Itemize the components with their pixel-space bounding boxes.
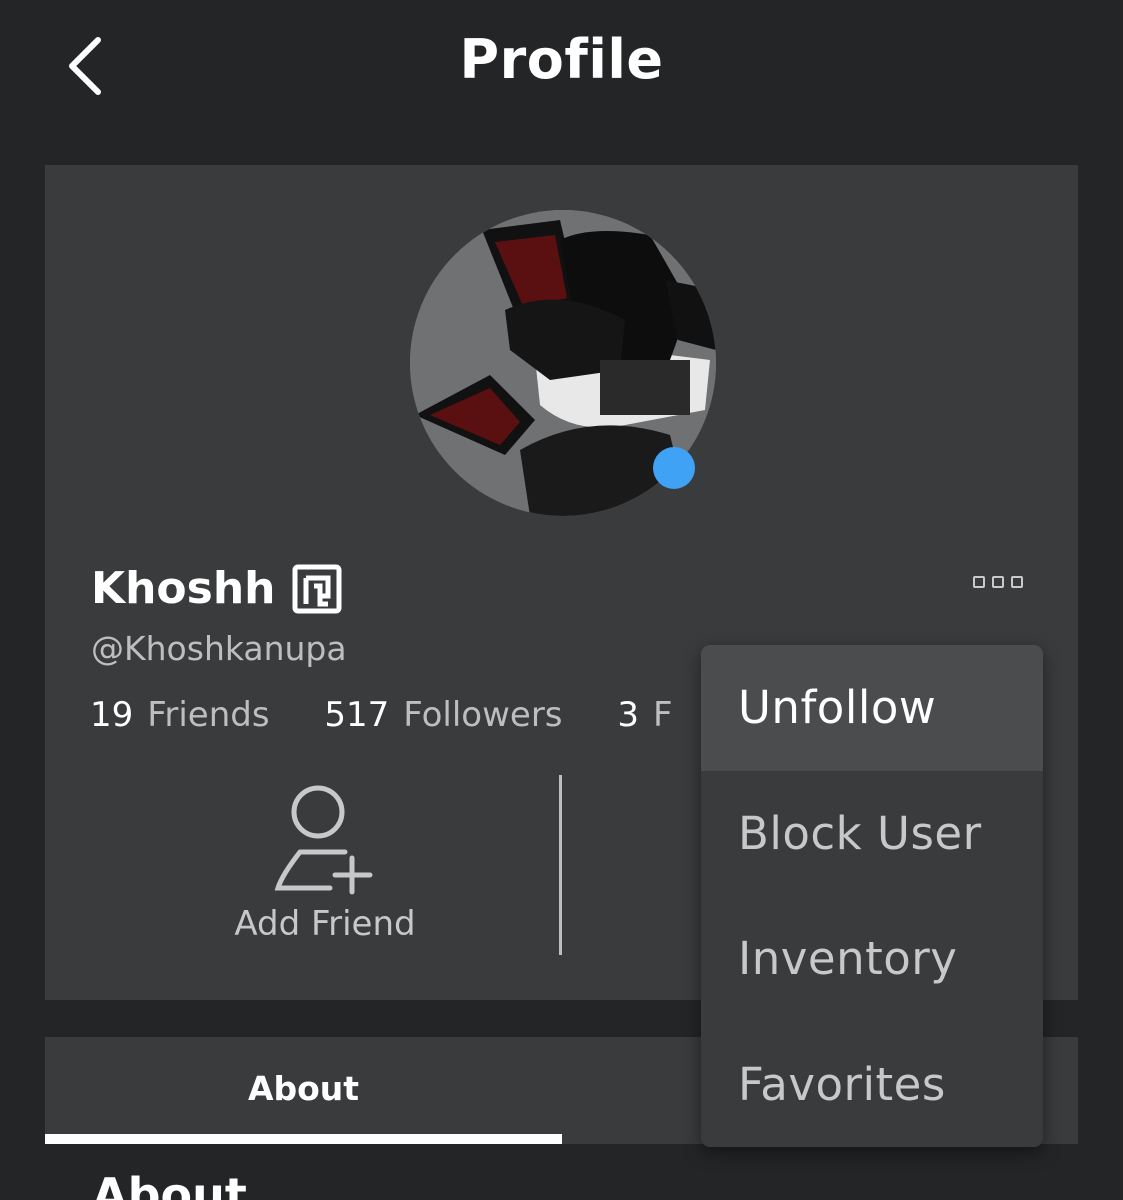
more-options-menu: Unfollow Block User Inventory Favorites <box>701 645 1043 1147</box>
header: Profile <box>0 0 1123 135</box>
more-dot <box>973 576 985 588</box>
menu-item-inventory[interactable]: Inventory <box>701 896 1043 1022</box>
followers-count: 517 <box>324 695 390 735</box>
display-name-row: Khoshh <box>91 563 342 614</box>
menu-item-favorites[interactable]: Favorites <box>701 1022 1043 1148</box>
friends-count: 19 <box>90 695 134 735</box>
more-options-icon[interactable] <box>970 570 1026 594</box>
stat-followers[interactable]: 517 Followers <box>324 695 562 735</box>
online-status-indicator <box>653 447 695 489</box>
friends-label: Friends <box>147 695 270 735</box>
about-section-heading: About <box>92 1168 247 1200</box>
active-tab-indicator <box>45 1134 562 1144</box>
add-friend-button[interactable]: Add Friend <box>185 780 465 960</box>
menu-item-unfollow[interactable]: Unfollow <box>701 645 1043 771</box>
more-dot <box>992 576 1004 588</box>
stats-row: 19 Friends 517 Followers 3F <box>90 695 717 735</box>
username: @Khoshkanupa <box>91 629 347 668</box>
action-divider <box>559 775 562 955</box>
tab-about[interactable]: About <box>45 1037 562 1144</box>
stat-following[interactable]: 3F <box>617 695 672 735</box>
followers-label: Followers <box>403 695 563 735</box>
stat-friends[interactable]: 19 Friends <box>90 695 270 735</box>
display-name: Khoshh <box>91 563 276 614</box>
more-dot <box>1011 576 1023 588</box>
add-friend-icon <box>274 785 373 895</box>
profile-screen: Profile Khoshh @Khoshkanupa 19 Friends 5… <box>0 0 1123 1200</box>
premium-badge-icon <box>292 564 341 613</box>
following-count: 3 <box>617 695 639 735</box>
menu-caret <box>992 626 1028 646</box>
add-friend-label: Add Friend <box>234 904 416 944</box>
menu-item-block-user[interactable]: Block User <box>701 771 1043 897</box>
following-label: F <box>652 695 673 735</box>
page-title: Profile <box>459 28 664 91</box>
